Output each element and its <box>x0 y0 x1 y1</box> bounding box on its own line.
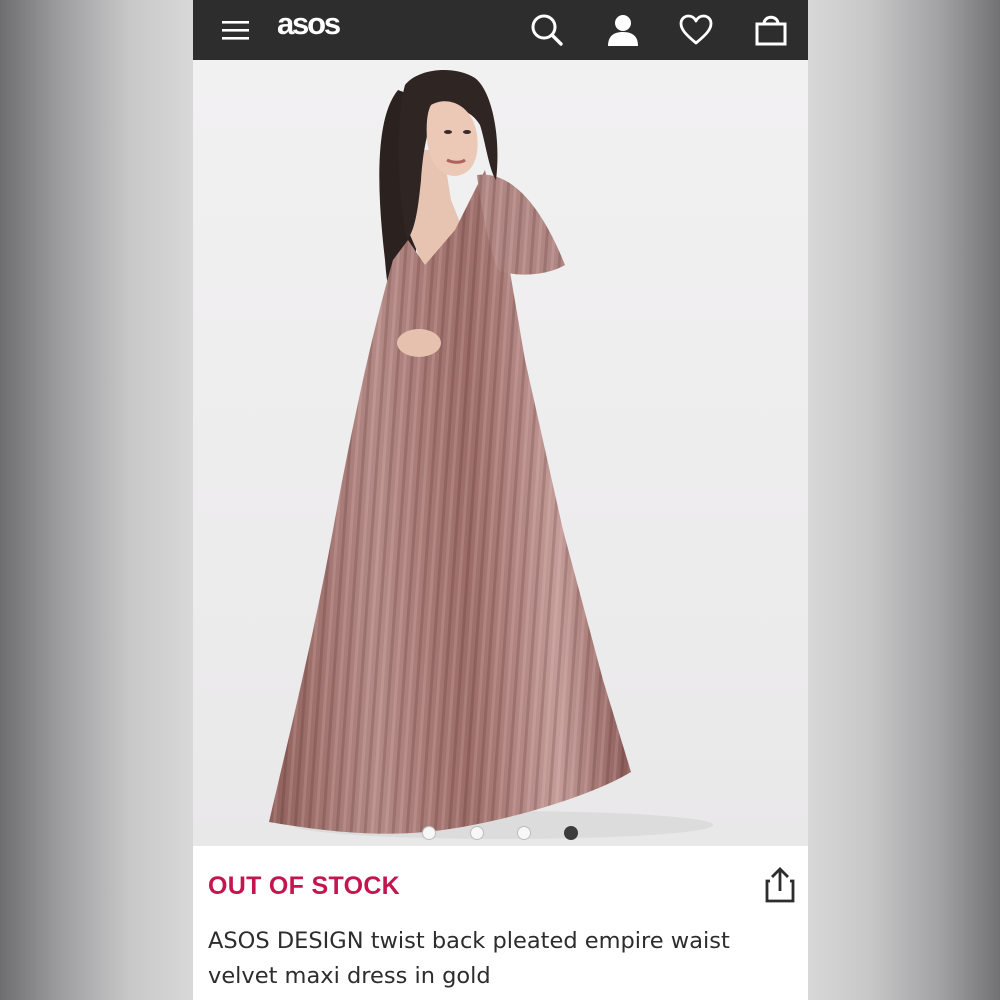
account-icon <box>608 15 638 46</box>
carousel-indicators <box>193 823 808 843</box>
product-image-gallery[interactable] <box>193 60 808 846</box>
hamburger-menu-icon <box>222 21 249 40</box>
asos-logo[interactable]: asos <box>277 6 341 42</box>
carousel-dot-active[interactable] <box>564 826 578 840</box>
share-icon <box>765 867 795 903</box>
top-navigation-bar: asos <box>193 0 808 60</box>
search-icon <box>531 14 563 46</box>
carousel-dot[interactable] <box>470 826 484 840</box>
bag-button[interactable] <box>750 0 792 60</box>
search-button[interactable] <box>526 0 568 60</box>
product-photo <box>269 69 713 839</box>
carousel-dot[interactable] <box>422 826 436 840</box>
product-info: OUT OF STOCK ASOS DESIGN twist back plea… <box>193 846 808 1000</box>
carousel-dot[interactable] <box>517 826 531 840</box>
product-page: asos OUT OF STOCK ASOS DESIGN twist back… <box>193 0 808 1000</box>
heart-icon <box>679 14 713 45</box>
account-button[interactable] <box>602 0 644 60</box>
wishlist-button[interactable] <box>675 0 717 60</box>
stock-status-label: OUT OF STOCK <box>208 872 401 900</box>
share-button[interactable] <box>764 866 796 904</box>
menu-button[interactable] <box>211 0 261 60</box>
product-title: ASOS DESIGN twist back pleated empire wa… <box>208 928 730 989</box>
shopping-bag-icon <box>755 15 787 46</box>
